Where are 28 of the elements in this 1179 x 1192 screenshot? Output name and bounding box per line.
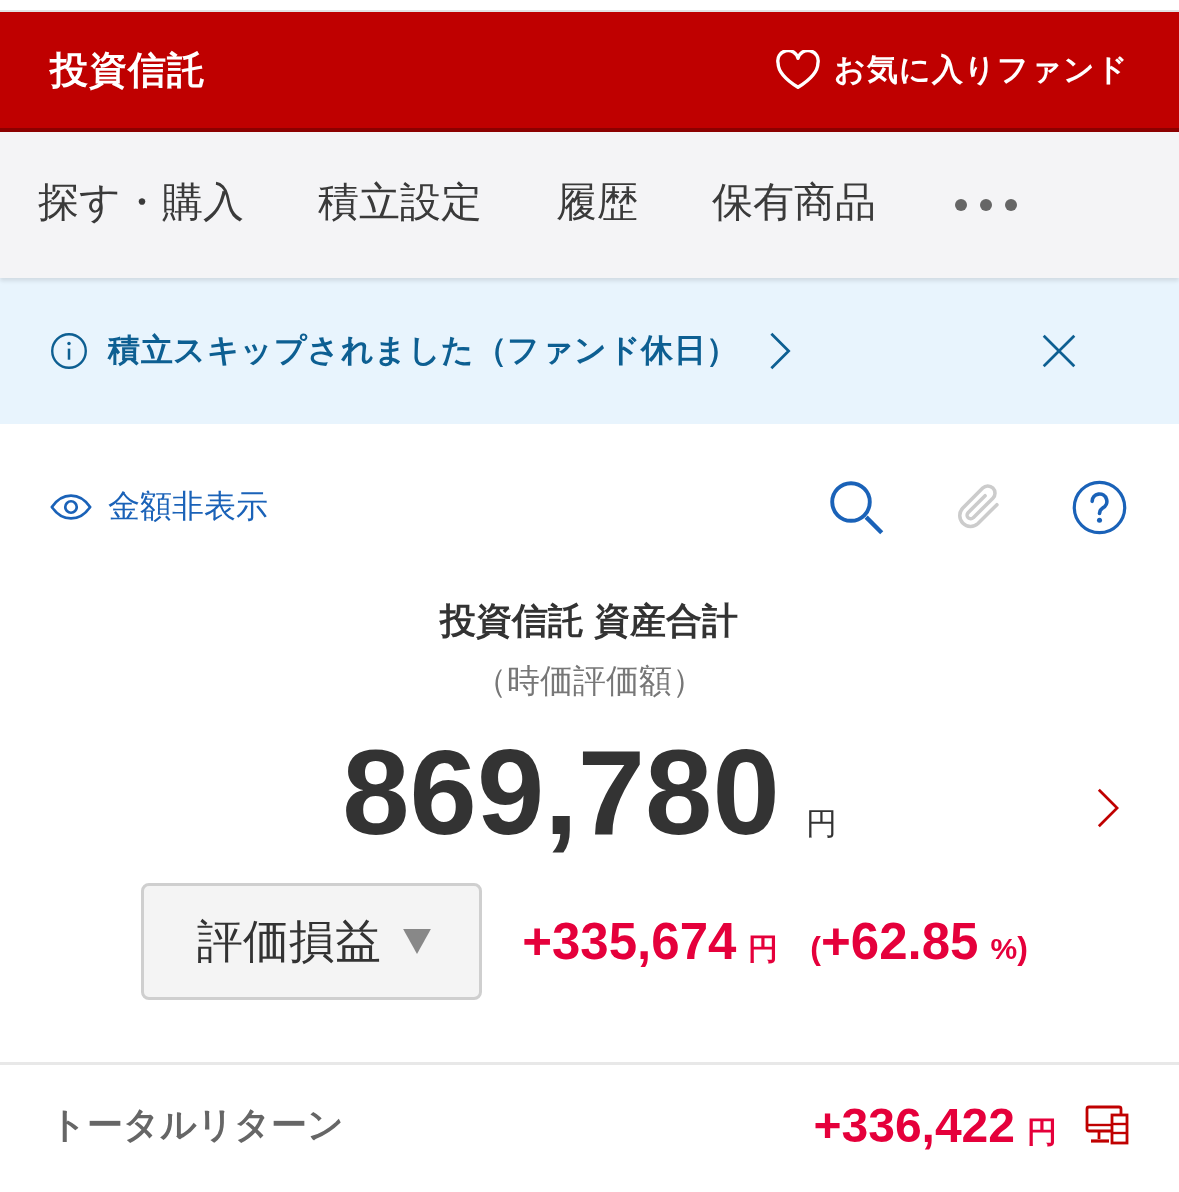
nav-tab[interactable]: 積立設定 xyxy=(318,176,482,234)
eye-icon xyxy=(50,493,92,521)
chevron-right-icon[interactable] xyxy=(768,332,791,370)
more-icon[interactable] xyxy=(954,198,1018,212)
caret-down-icon xyxy=(402,929,431,954)
gain-rate: (+62.85 %) xyxy=(810,912,1028,971)
chevron-right-icon[interactable] xyxy=(1097,786,1119,829)
total-return-amount: +336,422 円 xyxy=(813,1097,1057,1153)
heart-icon xyxy=(776,50,820,90)
close-icon[interactable] xyxy=(1042,334,1076,368)
favorites-link[interactable]: お気に入りファンド xyxy=(776,49,1129,91)
summary-subtitle: （時価評価額） xyxy=(473,661,706,701)
summary-title: 投資信託 資産合計 xyxy=(438,599,740,643)
help-icon[interactable] xyxy=(1072,479,1127,535)
metric-dropdown[interactable]: 評価損益 xyxy=(141,883,483,1000)
nav-tab[interactable]: 探す・購入 xyxy=(38,176,244,234)
hide-amount-toggle[interactable]: 金額非表示 xyxy=(50,485,268,529)
currency-unit: 円 xyxy=(805,805,837,843)
total-return-label: トータルリターン xyxy=(50,1102,344,1147)
page-title: 投資信託 xyxy=(50,47,206,93)
info-icon xyxy=(50,332,88,370)
search-icon[interactable] xyxy=(829,479,884,535)
nav-tab[interactable]: 履歴 xyxy=(556,176,638,234)
gain-amount: +335,674 円 xyxy=(522,912,779,971)
asset-amount: 869,780 xyxy=(342,732,780,853)
notice-message[interactable]: 積立スキップされました（ファンド休日） xyxy=(108,329,739,373)
devices-icon[interactable] xyxy=(1085,1105,1129,1145)
nav-tab[interactable]: 保有商品 xyxy=(712,176,876,234)
